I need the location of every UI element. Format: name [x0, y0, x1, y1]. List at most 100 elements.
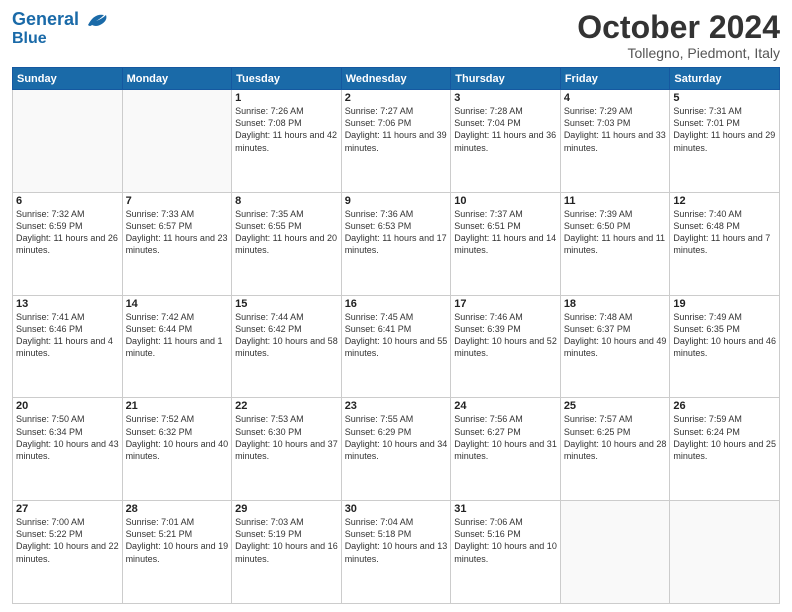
day-number: 16	[345, 298, 448, 310]
month-title: October 2024	[577, 10, 780, 45]
calendar-cell: 23Sunrise: 7:55 AMSunset: 6:29 PMDayligh…	[341, 398, 451, 501]
calendar-table: SundayMondayTuesdayWednesdayThursdayFrid…	[12, 67, 780, 604]
day-info: Sunrise: 7:36 AMSunset: 6:53 PMDaylight:…	[345, 208, 448, 257]
calendar-header-monday: Monday	[122, 68, 232, 90]
calendar-header-thursday: Thursday	[451, 68, 561, 90]
page-container: General Blue October 2024 Tollegno, Pied…	[0, 0, 792, 612]
day-number: 2	[345, 92, 448, 104]
calendar-cell: 26Sunrise: 7:59 AMSunset: 6:24 PMDayligh…	[670, 398, 780, 501]
calendar-cell: 13Sunrise: 7:41 AMSunset: 6:46 PMDayligh…	[13, 295, 123, 398]
day-info: Sunrise: 7:29 AMSunset: 7:03 PMDaylight:…	[564, 105, 667, 154]
day-info: Sunrise: 7:01 AMSunset: 5:21 PMDaylight:…	[126, 516, 229, 565]
day-number: 8	[235, 195, 338, 207]
day-number: 24	[454, 400, 557, 412]
day-info: Sunrise: 7:00 AMSunset: 5:22 PMDaylight:…	[16, 516, 119, 565]
calendar-cell: 5Sunrise: 7:31 AMSunset: 7:01 PMDaylight…	[670, 90, 780, 193]
calendar-cell: 16Sunrise: 7:45 AMSunset: 6:41 PMDayligh…	[341, 295, 451, 398]
calendar-cell	[122, 90, 232, 193]
calendar-cell: 25Sunrise: 7:57 AMSunset: 6:25 PMDayligh…	[560, 398, 670, 501]
day-info: Sunrise: 7:31 AMSunset: 7:01 PMDaylight:…	[673, 105, 776, 154]
day-number: 13	[16, 298, 119, 310]
calendar-cell: 28Sunrise: 7:01 AMSunset: 5:21 PMDayligh…	[122, 501, 232, 604]
calendar-header-saturday: Saturday	[670, 68, 780, 90]
calendar-cell: 22Sunrise: 7:53 AMSunset: 6:30 PMDayligh…	[232, 398, 342, 501]
calendar-header-row: SundayMondayTuesdayWednesdayThursdayFrid…	[13, 68, 780, 90]
day-info: Sunrise: 7:37 AMSunset: 6:51 PMDaylight:…	[454, 208, 557, 257]
day-number: 25	[564, 400, 667, 412]
day-number: 27	[16, 503, 119, 515]
calendar-cell: 30Sunrise: 7:04 AMSunset: 5:18 PMDayligh…	[341, 501, 451, 604]
calendar-cell: 6Sunrise: 7:32 AMSunset: 6:59 PMDaylight…	[13, 192, 123, 295]
calendar-week-row: 20Sunrise: 7:50 AMSunset: 6:34 PMDayligh…	[13, 398, 780, 501]
calendar-cell: 21Sunrise: 7:52 AMSunset: 6:32 PMDayligh…	[122, 398, 232, 501]
day-info: Sunrise: 7:40 AMSunset: 6:48 PMDaylight:…	[673, 208, 776, 257]
day-number: 5	[673, 92, 776, 104]
calendar-cell: 29Sunrise: 7:03 AMSunset: 5:19 PMDayligh…	[232, 501, 342, 604]
day-info: Sunrise: 7:26 AMSunset: 7:08 PMDaylight:…	[235, 105, 338, 154]
day-number: 19	[673, 298, 776, 310]
day-number: 1	[235, 92, 338, 104]
day-number: 21	[126, 400, 229, 412]
title-block: October 2024 Tollegno, Piedmont, Italy	[577, 10, 780, 61]
day-number: 7	[126, 195, 229, 207]
calendar-header-friday: Friday	[560, 68, 670, 90]
calendar-cell: 12Sunrise: 7:40 AMSunset: 6:48 PMDayligh…	[670, 192, 780, 295]
day-number: 28	[126, 503, 229, 515]
calendar-cell: 14Sunrise: 7:42 AMSunset: 6:44 PMDayligh…	[122, 295, 232, 398]
day-info: Sunrise: 7:56 AMSunset: 6:27 PMDaylight:…	[454, 413, 557, 462]
day-info: Sunrise: 7:45 AMSunset: 6:41 PMDaylight:…	[345, 311, 448, 360]
day-number: 29	[235, 503, 338, 515]
day-number: 6	[16, 195, 119, 207]
calendar-cell	[13, 90, 123, 193]
day-info: Sunrise: 7:04 AMSunset: 5:18 PMDaylight:…	[345, 516, 448, 565]
day-info: Sunrise: 7:03 AMSunset: 5:19 PMDaylight:…	[235, 516, 338, 565]
calendar-week-row: 1Sunrise: 7:26 AMSunset: 7:08 PMDaylight…	[13, 90, 780, 193]
day-info: Sunrise: 7:39 AMSunset: 6:50 PMDaylight:…	[564, 208, 667, 257]
day-info: Sunrise: 7:59 AMSunset: 6:24 PMDaylight:…	[673, 413, 776, 462]
day-number: 14	[126, 298, 229, 310]
logo-text: General	[12, 10, 108, 30]
day-number: 9	[345, 195, 448, 207]
calendar-cell: 2Sunrise: 7:27 AMSunset: 7:06 PMDaylight…	[341, 90, 451, 193]
day-info: Sunrise: 7:57 AMSunset: 6:25 PMDaylight:…	[564, 413, 667, 462]
day-number: 11	[564, 195, 667, 207]
calendar-cell: 27Sunrise: 7:00 AMSunset: 5:22 PMDayligh…	[13, 501, 123, 604]
calendar-header-wednesday: Wednesday	[341, 68, 451, 90]
calendar-cell: 10Sunrise: 7:37 AMSunset: 6:51 PMDayligh…	[451, 192, 561, 295]
day-info: Sunrise: 7:48 AMSunset: 6:37 PMDaylight:…	[564, 311, 667, 360]
day-info: Sunrise: 7:44 AMSunset: 6:42 PMDaylight:…	[235, 311, 338, 360]
day-info: Sunrise: 7:52 AMSunset: 6:32 PMDaylight:…	[126, 413, 229, 462]
logo: General Blue	[12, 10, 108, 47]
calendar-cell: 19Sunrise: 7:49 AMSunset: 6:35 PMDayligh…	[670, 295, 780, 398]
header: General Blue October 2024 Tollegno, Pied…	[12, 10, 780, 61]
calendar-cell	[670, 501, 780, 604]
day-number: 30	[345, 503, 448, 515]
calendar-week-row: 6Sunrise: 7:32 AMSunset: 6:59 PMDaylight…	[13, 192, 780, 295]
calendar-cell	[560, 501, 670, 604]
day-info: Sunrise: 7:32 AMSunset: 6:59 PMDaylight:…	[16, 208, 119, 257]
day-info: Sunrise: 7:46 AMSunset: 6:39 PMDaylight:…	[454, 311, 557, 360]
location: Tollegno, Piedmont, Italy	[577, 45, 780, 61]
day-info: Sunrise: 7:06 AMSunset: 5:16 PMDaylight:…	[454, 516, 557, 565]
calendar-cell: 7Sunrise: 7:33 AMSunset: 6:57 PMDaylight…	[122, 192, 232, 295]
calendar-cell: 11Sunrise: 7:39 AMSunset: 6:50 PMDayligh…	[560, 192, 670, 295]
day-info: Sunrise: 7:53 AMSunset: 6:30 PMDaylight:…	[235, 413, 338, 462]
calendar-week-row: 27Sunrise: 7:00 AMSunset: 5:22 PMDayligh…	[13, 501, 780, 604]
calendar-cell: 9Sunrise: 7:36 AMSunset: 6:53 PMDaylight…	[341, 192, 451, 295]
day-number: 15	[235, 298, 338, 310]
day-number: 3	[454, 92, 557, 104]
day-info: Sunrise: 7:50 AMSunset: 6:34 PMDaylight:…	[16, 413, 119, 462]
day-number: 31	[454, 503, 557, 515]
logo-bird-icon	[86, 11, 108, 29]
day-number: 26	[673, 400, 776, 412]
calendar-cell: 18Sunrise: 7:48 AMSunset: 6:37 PMDayligh…	[560, 295, 670, 398]
calendar-cell: 17Sunrise: 7:46 AMSunset: 6:39 PMDayligh…	[451, 295, 561, 398]
calendar-header-tuesday: Tuesday	[232, 68, 342, 90]
calendar-cell: 1Sunrise: 7:26 AMSunset: 7:08 PMDaylight…	[232, 90, 342, 193]
day-number: 10	[454, 195, 557, 207]
day-number: 12	[673, 195, 776, 207]
day-info: Sunrise: 7:35 AMSunset: 6:55 PMDaylight:…	[235, 208, 338, 257]
day-info: Sunrise: 7:27 AMSunset: 7:06 PMDaylight:…	[345, 105, 448, 154]
logo-text-blue: Blue	[12, 30, 47, 48]
day-number: 17	[454, 298, 557, 310]
